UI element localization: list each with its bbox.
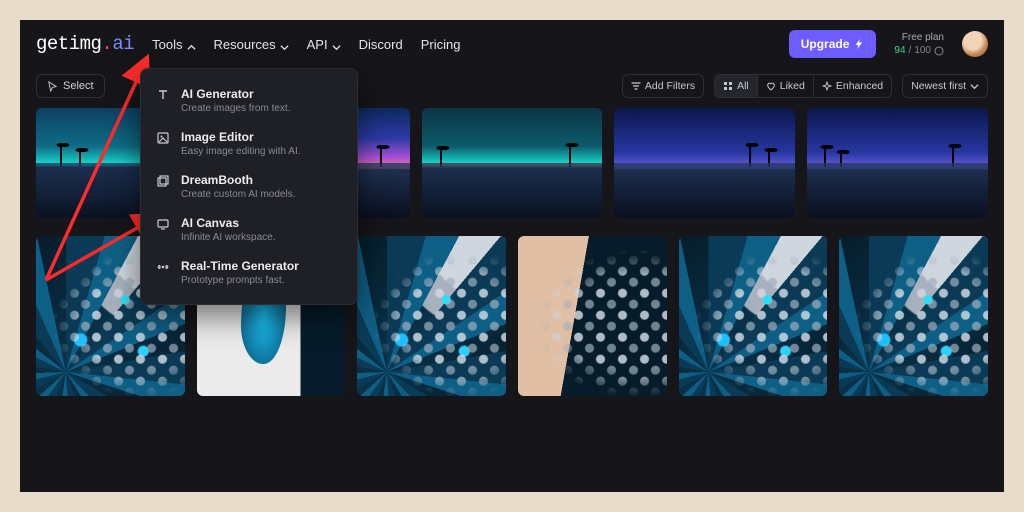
image-card[interactable] bbox=[614, 108, 795, 218]
heart-icon bbox=[766, 81, 776, 91]
nav-pricing[interactable]: Pricing bbox=[421, 37, 461, 52]
upgrade-label: Upgrade bbox=[801, 37, 850, 51]
sparkle-icon bbox=[822, 81, 832, 91]
filter-enhanced-label: Enhanced bbox=[836, 80, 883, 92]
filter-enhanced[interactable]: Enhanced bbox=[813, 75, 891, 97]
filter-all-label: All bbox=[737, 80, 749, 92]
brand-dot: . bbox=[101, 33, 112, 55]
dd-title: Image Editor bbox=[181, 130, 301, 144]
select-button[interactable]: Select bbox=[36, 74, 105, 98]
avatar[interactable] bbox=[962, 31, 988, 57]
plan-label: Free plan bbox=[902, 32, 944, 43]
filter-liked[interactable]: Liked bbox=[757, 75, 813, 97]
bolt-icon bbox=[854, 39, 864, 49]
dd-sub: Prototype prompts fast. bbox=[181, 275, 299, 286]
plan-status: Free plan 94 / 100 bbox=[894, 32, 944, 56]
chevron-down-icon bbox=[970, 82, 979, 91]
dropdown-item-ai-generator[interactable]: AI Generator Create images from text. bbox=[141, 79, 357, 122]
image-card[interactable] bbox=[422, 108, 603, 218]
nav-resources-label: Resources bbox=[214, 37, 276, 52]
nav-discord-label: Discord bbox=[359, 37, 403, 52]
dd-title: AI Generator bbox=[181, 87, 290, 101]
grid-icon bbox=[723, 81, 733, 91]
image-card[interactable] bbox=[807, 108, 988, 218]
sort-dropdown[interactable]: Newest first bbox=[902, 74, 988, 98]
dd-sub: Easy image editing with AI. bbox=[181, 146, 301, 157]
header: getimg.ai Tools Resources API Discord Pr… bbox=[20, 20, 1004, 68]
nav-pricing-label: Pricing bbox=[421, 37, 461, 52]
dd-sub: Create custom AI models. bbox=[181, 189, 296, 200]
add-filters-button[interactable]: Add Filters bbox=[622, 74, 704, 98]
brand-right: ai bbox=[112, 33, 134, 55]
tools-dropdown: AI Generator Create images from text. Ima… bbox=[140, 68, 358, 305]
chevron-down-icon bbox=[332, 40, 341, 49]
chevron-up-icon bbox=[187, 40, 196, 49]
dd-title: Real-Time Generator bbox=[181, 259, 299, 273]
dropdown-item-ai-canvas[interactable]: AI Canvas Infinite AI workspace. bbox=[141, 208, 357, 251]
realtime-icon bbox=[155, 259, 171, 275]
brand-logo[interactable]: getimg.ai bbox=[36, 33, 134, 55]
dropdown-item-dreambooth[interactable]: DreamBooth Create custom AI models. bbox=[141, 165, 357, 208]
image-card[interactable] bbox=[839, 236, 988, 396]
nav-api-label: API bbox=[307, 37, 328, 52]
dd-title: DreamBooth bbox=[181, 173, 296, 187]
sort-label: Newest first bbox=[911, 80, 966, 92]
add-filters-label: Add Filters bbox=[645, 80, 695, 92]
nav-tools-label: Tools bbox=[152, 37, 182, 52]
image-card[interactable] bbox=[518, 236, 667, 396]
image-icon bbox=[155, 130, 171, 146]
image-card[interactable] bbox=[679, 236, 828, 396]
dropdown-item-image-editor[interactable]: Image Editor Easy image editing with AI. bbox=[141, 122, 357, 165]
filter-liked-label: Liked bbox=[780, 80, 805, 92]
select-label: Select bbox=[63, 80, 94, 92]
filter-segment: All Liked Enhanced bbox=[714, 74, 892, 98]
cursor-icon bbox=[47, 81, 58, 92]
nav-discord[interactable]: Discord bbox=[359, 37, 403, 52]
app-root: getimg.ai Tools Resources API Discord Pr… bbox=[20, 20, 1004, 492]
chevron-down-icon bbox=[280, 40, 289, 49]
nav-tools[interactable]: Tools bbox=[152, 37, 195, 52]
canvas-icon bbox=[155, 216, 171, 232]
image-card[interactable] bbox=[357, 236, 506, 396]
primary-nav: Tools Resources API Discord Pricing bbox=[152, 37, 460, 52]
nav-api[interactable]: API bbox=[307, 37, 341, 52]
dd-title: AI Canvas bbox=[181, 216, 276, 230]
layers-icon bbox=[155, 173, 171, 189]
credits-icon bbox=[934, 46, 944, 56]
plan-credits: 94 / 100 bbox=[894, 45, 944, 56]
dd-sub: Create images from text. bbox=[181, 103, 290, 114]
credits-used: 94 bbox=[894, 45, 905, 56]
brand-left: getimg bbox=[36, 33, 101, 55]
dd-sub: Infinite AI workspace. bbox=[181, 232, 276, 243]
upgrade-button[interactable]: Upgrade bbox=[789, 30, 877, 58]
credits-total: 100 bbox=[914, 45, 931, 56]
filter-icon bbox=[631, 81, 641, 91]
credits-sep: / bbox=[909, 45, 912, 56]
filter-all[interactable]: All bbox=[715, 75, 757, 97]
dropdown-item-realtime[interactable]: Real-Time Generator Prototype prompts fas… bbox=[141, 251, 357, 294]
type-icon bbox=[155, 87, 171, 103]
nav-resources[interactable]: Resources bbox=[214, 37, 289, 52]
